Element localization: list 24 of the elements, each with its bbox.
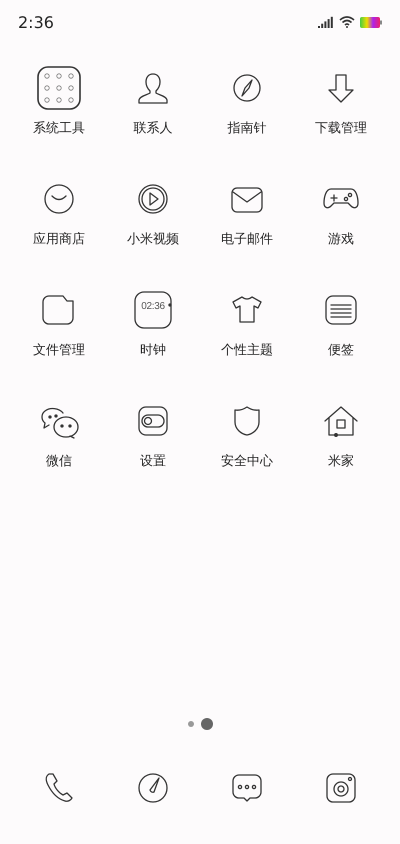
- app-label: 安全中心: [221, 454, 273, 470]
- app-label: 文件管理: [33, 343, 85, 359]
- app-label: 设置: [140, 454, 166, 470]
- page-dot[interactable]: [200, 718, 212, 730]
- app-label: 指南针: [228, 121, 266, 137]
- app-label: 游戏: [328, 232, 354, 248]
- app-icon[interactable]: [35, 64, 83, 112]
- app-label: 应用商店: [33, 232, 85, 248]
- app-label: 时钟: [140, 343, 166, 359]
- page-dot[interactable]: [188, 721, 194, 727]
- app-label: 米家: [328, 454, 354, 470]
- app-label: 个性主题: [221, 343, 273, 359]
- signal-icon: [318, 16, 334, 28]
- app-label: 电子邮件: [221, 232, 273, 248]
- wifi-icon: [339, 16, 355, 28]
- app-label: 下载管理: [315, 121, 367, 137]
- app-label: 小米视频: [127, 232, 179, 248]
- clock-time: 02:36: [140, 301, 166, 312]
- app-label: 系统工具: [33, 121, 85, 137]
- app-label: 便签: [328, 343, 354, 359]
- app-label: 微信: [46, 454, 72, 470]
- battery-icon: [360, 16, 382, 28]
- app-label: 联系人: [134, 121, 172, 137]
- status-time: 2:36: [18, 12, 54, 32]
